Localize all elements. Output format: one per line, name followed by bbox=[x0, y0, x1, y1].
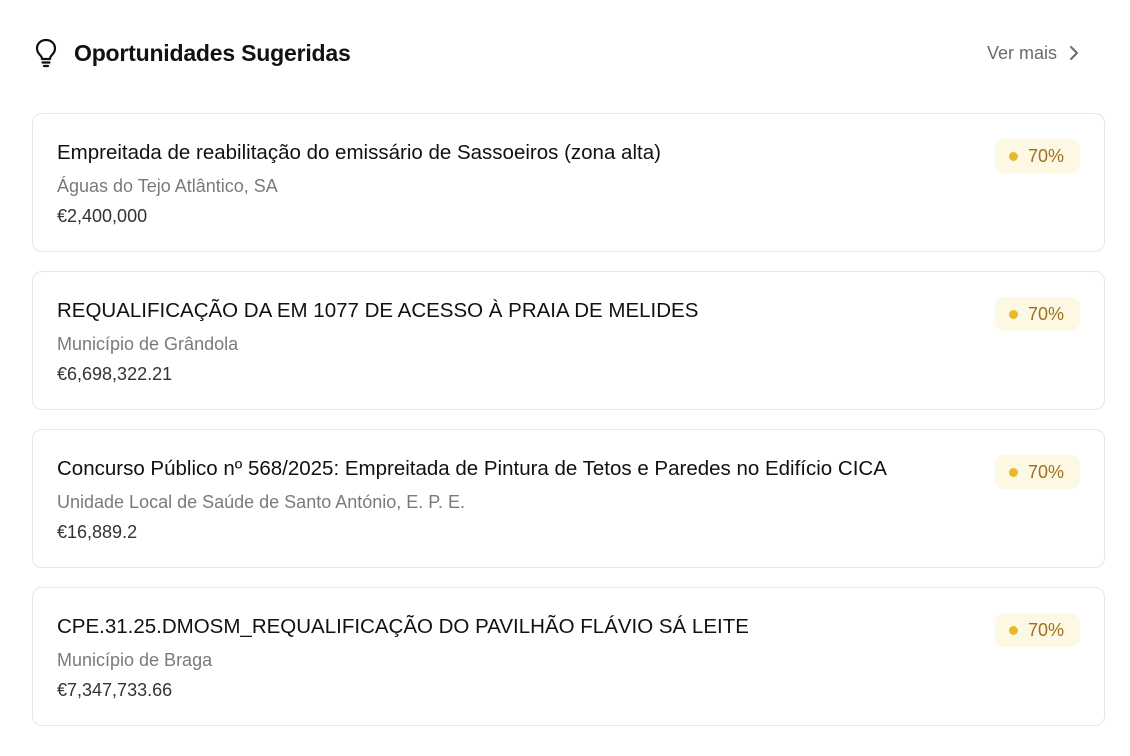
section-header: Oportunidades Sugeridas Ver mais bbox=[32, 34, 1105, 72]
see-more-link[interactable]: Ver mais bbox=[979, 37, 1105, 70]
opportunity-card[interactable]: REQUALIFICAÇÃO DA EM 1077 DE ACESSO À PR… bbox=[32, 271, 1105, 410]
opportunity-title: Concurso Público nº 568/2025: Empreitada… bbox=[57, 457, 887, 480]
opportunity-value: €6,698,322.21 bbox=[57, 364, 173, 384]
opportunity-organization: Águas do Tejo Atlântico, SA bbox=[57, 176, 278, 196]
match-score-badge: 70% bbox=[994, 613, 1080, 647]
score-dot-icon bbox=[1008, 625, 1018, 635]
opportunity-title: Empreitada de reabilitação do emissário … bbox=[57, 141, 661, 164]
opportunity-title: REQUALIFICAÇÃO DA EM 1077 DE ACESSO À PR… bbox=[57, 299, 699, 322]
opportunity-value: €2,400,000 bbox=[57, 206, 148, 226]
match-score-badge: 70% bbox=[994, 455, 1080, 489]
match-score-badge: 70% bbox=[994, 139, 1080, 173]
opportunity-card[interactable]: CPE.31.25.DMOSM_REQUALIFICAÇÃO DO PAVILH… bbox=[32, 587, 1105, 726]
opportunity-card[interactable]: Empreitada de reabilitação do emissário … bbox=[32, 113, 1105, 252]
chevron-right-icon bbox=[1069, 45, 1083, 61]
opportunity-organization: Município de Grândola bbox=[57, 334, 239, 354]
opportunity-title: CPE.31.25.DMOSM_REQUALIFICAÇÃO DO PAVILH… bbox=[57, 615, 749, 638]
opportunity-value: €7,347,733.66 bbox=[57, 680, 173, 700]
score-dot-icon bbox=[1008, 151, 1018, 161]
opportunity-organization: Município de Braga bbox=[57, 650, 213, 670]
lightbulb-icon bbox=[32, 36, 60, 70]
suggested-opportunities-panel: Oportunidades Sugeridas Ver mais Empreit… bbox=[0, 0, 1130, 756]
opportunity-card[interactable]: Concurso Público nº 568/2025: Empreitada… bbox=[32, 429, 1105, 568]
match-score: 70% bbox=[1027, 619, 1064, 640]
match-score: 70% bbox=[1027, 145, 1064, 166]
see-more-label: Ver mais bbox=[986, 42, 1057, 63]
match-score: 70% bbox=[1027, 303, 1064, 324]
opportunity-organization: Unidade Local de Saúde de Santo António,… bbox=[57, 492, 465, 512]
match-score-badge: 70% bbox=[994, 297, 1080, 331]
page-title: Oportunidades Sugeridas bbox=[74, 39, 351, 66]
match-score: 70% bbox=[1027, 461, 1064, 482]
opportunity-value: €16,889.2 bbox=[57, 522, 138, 542]
title-group: Oportunidades Sugeridas bbox=[32, 36, 351, 70]
score-dot-icon bbox=[1008, 309, 1018, 319]
score-dot-icon bbox=[1008, 467, 1018, 477]
